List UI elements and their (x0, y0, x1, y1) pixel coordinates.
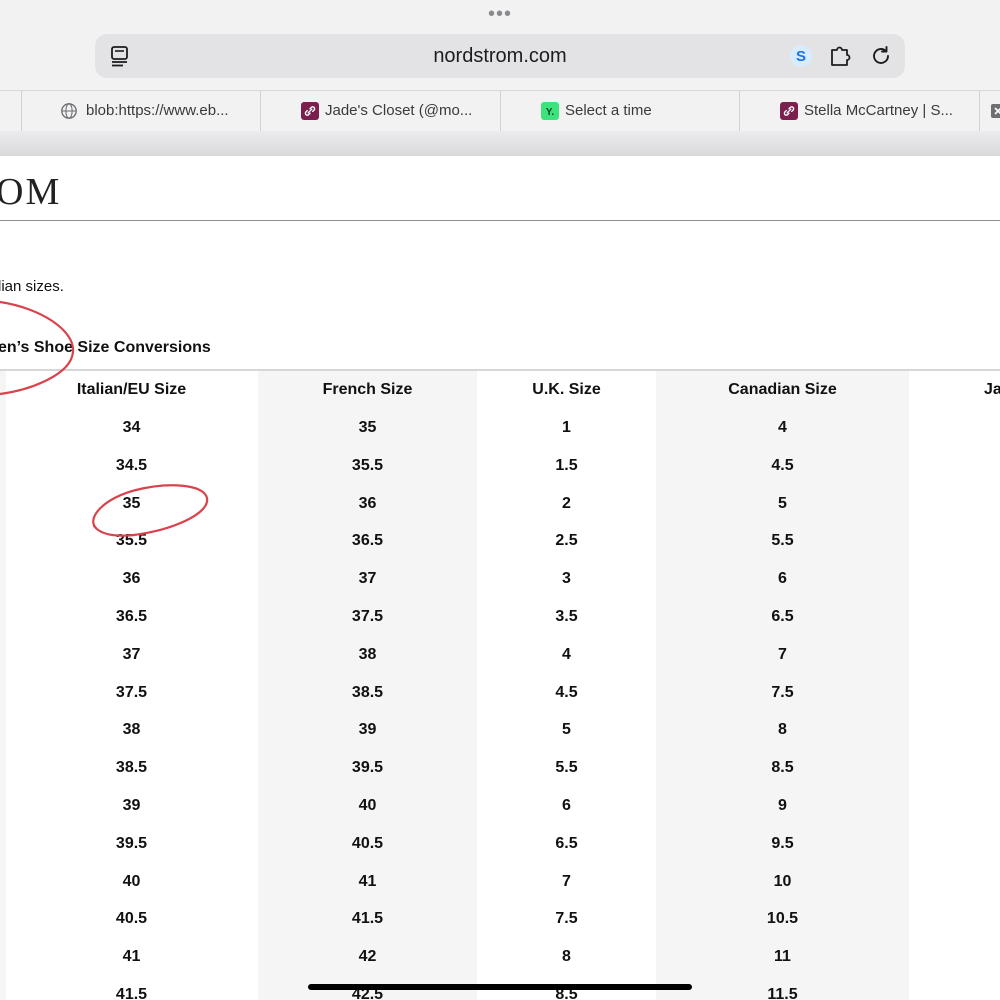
tab-jades-closet[interactable]: Jade's Closet (@mo... (261, 91, 501, 131)
cell-french: 42 (358, 948, 377, 966)
tab-label: Select a time (565, 102, 652, 119)
cell-uk: 1.5 (555, 456, 578, 474)
extensions-icon[interactable] (829, 44, 853, 68)
site-logo[interactable]: OM (0, 170, 61, 214)
table-header-japanese: Ja (984, 381, 1000, 398)
table-column-japanese (909, 371, 1000, 1000)
cell-uk: 3.5 (555, 608, 578, 625)
cell-italian-eu: 37.5 (115, 683, 148, 701)
cell-italian-eu: 41 (122, 948, 141, 966)
intro-text: lian sizes. (0, 278, 64, 295)
cell-canadian: 9 (778, 797, 787, 814)
toolbar-separator (0, 131, 1000, 156)
cell-french: 39 (358, 721, 377, 739)
cell-french: 38.5 (351, 683, 384, 701)
tab-label: Stella McCartney | S... (804, 102, 953, 119)
cell-canadian: 10.5 (766, 910, 799, 928)
cell-french: 40 (358, 797, 377, 814)
cell-uk: 7.5 (555, 910, 578, 928)
table-header-canadian: Canadian Size (728, 381, 837, 398)
cell-italian-eu: 35 (122, 494, 141, 512)
svg-text:Y.: Y. (546, 107, 554, 118)
table-header-italian-eu: Italian/EU Size (76, 381, 187, 398)
cell-uk: 5 (562, 721, 571, 739)
cell-french: 41.5 (351, 910, 384, 928)
cell-italian-eu: 38.5 (115, 759, 148, 777)
cell-uk: 4.5 (555, 683, 578, 701)
link-icon (301, 102, 319, 120)
cell-canadian: 8 (778, 721, 787, 739)
cell-canadian: 4 (778, 419, 787, 436)
cell-uk: 2.5 (555, 532, 578, 550)
tab-partial-left[interactable] (0, 91, 22, 131)
cell-uk: 7 (562, 872, 571, 890)
cell-uk: 4 (562, 645, 571, 663)
cell-italian-eu: 39.5 (115, 834, 148, 852)
cell-canadian: 11 (774, 948, 791, 966)
table-header-uk: U.K. Size (532, 381, 601, 398)
cell-canadian: 11.5 (767, 986, 798, 1000)
cell-french: 38 (358, 645, 377, 663)
home-indicator[interactable] (308, 984, 692, 990)
cell-canadian: 7.5 (771, 683, 794, 701)
section-heading: en’s Shoe Size Conversions (0, 339, 211, 356)
cell-french: 41 (358, 872, 377, 890)
cell-italian-eu: 40 (122, 872, 141, 890)
reload-icon[interactable] (869, 44, 893, 68)
cell-french: 36 (358, 494, 377, 512)
cell-italian-eu: 36 (122, 570, 141, 588)
url-text: nordstrom.com (433, 45, 567, 67)
cell-canadian: 8.5 (771, 759, 794, 777)
tab-stella-mccartney[interactable]: Stella McCartney | S... (740, 91, 980, 131)
cell-canadian: 7 (778, 645, 787, 663)
tab-select-a-time[interactable]: Y. Select a time (501, 91, 740, 131)
browser-chrome: ••• nordstrom.com S blob:https://www.eb.… (0, 0, 1000, 156)
cell-canadian: 6 (778, 570, 787, 588)
cell-uk: 3 (562, 570, 571, 588)
tab-label: blob:https://www.eb... (86, 102, 229, 119)
cell-french: 35.5 (351, 456, 384, 474)
cell-italian-eu: 37 (122, 645, 141, 663)
cell-canadian: 6.5 (771, 608, 794, 625)
multitask-dots-icon[interactable]: ••• (0, 4, 1000, 24)
cell-italian-eu: 41.5 (115, 986, 148, 1000)
web-page: OM lian sizes. en’s Shoe Size Conversion… (0, 156, 1000, 1000)
cell-italian-eu: 40.5 (115, 910, 148, 928)
cell-uk: 5.5 (555, 759, 578, 777)
cell-french: 40.5 (351, 834, 384, 852)
cell-french: 36.5 (351, 532, 384, 550)
cell-french: 35 (358, 419, 377, 436)
cell-italian-eu: 34 (122, 419, 141, 436)
close-tab-icon[interactable] (990, 103, 1000, 119)
cell-french: 39.5 (351, 759, 384, 777)
header-divider (0, 220, 1000, 221)
cell-italian-eu: 35.5 (115, 532, 148, 550)
extension-s-icon[interactable]: S (789, 44, 813, 68)
cell-canadian: 5.5 (771, 532, 794, 550)
cell-canadian: 5 (778, 494, 787, 512)
cell-canadian: 9.5 (771, 834, 794, 852)
svg-text:S: S (796, 48, 806, 65)
cell-canadian: 4.5 (771, 456, 794, 474)
address-bar[interactable]: nordstrom.com S (95, 34, 905, 78)
cell-french: 37 (358, 570, 377, 588)
cell-italian-eu: 38 (122, 721, 141, 739)
cell-uk: 2 (562, 494, 571, 512)
cell-italian-eu: 34.5 (115, 456, 148, 474)
cell-uk: 6.5 (555, 834, 578, 852)
tab-bar: blob:https://www.eb... Jade's Closet (@m… (0, 90, 1000, 131)
link-icon (780, 102, 798, 120)
tab-blob[interactable]: blob:https://www.eb... (22, 91, 261, 131)
cell-italian-eu: 36.5 (115, 608, 148, 625)
cell-uk: 8 (562, 948, 571, 966)
globe-icon (61, 103, 77, 119)
table-header-french: French Size (322, 381, 413, 398)
calendly-icon: Y. (541, 102, 559, 120)
tab-label: Jade's Closet (@mo... (325, 102, 473, 119)
cell-french: 37.5 (351, 608, 384, 625)
cell-italian-eu: 39 (122, 797, 141, 814)
cell-canadian: 10 (773, 872, 792, 890)
cell-uk: 6 (562, 797, 571, 814)
cell-uk: 1 (562, 419, 571, 436)
